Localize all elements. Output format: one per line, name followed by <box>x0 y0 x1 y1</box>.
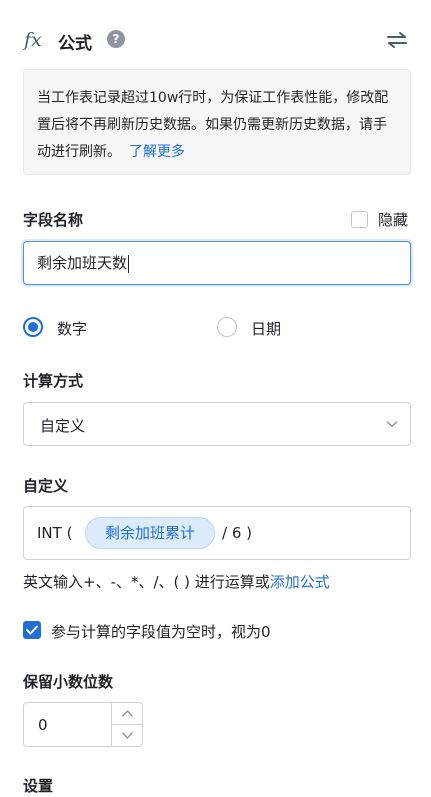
text-caret <box>128 254 130 273</box>
formula-field-chip[interactable]: 剩余加班累计 <box>85 517 215 549</box>
history-notice: 当工作表记录超过10w行时，为保证工作表性能，修改配置后将不再刷新历史数据。如果… <box>23 69 411 175</box>
radio-date[interactable] <box>217 317 237 337</box>
formula-prefix: INT ( <box>37 524 73 542</box>
add-formula-link[interactable]: 添加公式 <box>270 573 330 591</box>
radio-date-label: 日期 <box>251 320 282 338</box>
increment-button[interactable] <box>112 703 143 724</box>
formula-suffix: / 6 ) <box>222 524 252 542</box>
empty-as-zero-label: 参与计算的字段值为空时，视为0 <box>51 623 271 641</box>
decimals-label: 保留小数位数 <box>23 673 114 691</box>
notice-text: 当工作表记录超过10w行时，为保证工作表性能，修改配置后将不再刷新历史数据。如果… <box>37 90 389 160</box>
swap-icon[interactable] <box>386 30 408 50</box>
decrement-button[interactable] <box>112 725 143 746</box>
decimals-value: 0 <box>38 716 48 734</box>
decimals-stepper[interactable]: 0 <box>23 702 143 747</box>
panel-title: 公式 <box>58 34 92 54</box>
hide-label: 隐藏 <box>378 211 409 229</box>
checkmark-icon <box>26 625 38 635</box>
formula-hint: 英文输入+、-、*、/、( ) 进行运算或添加公式 <box>23 571 330 592</box>
settings-label: 设置 <box>23 777 54 795</box>
formula-editor[interactable]: INT ( 剩余加班累计 / 6 ) <box>23 506 411 560</box>
custom-label: 自定义 <box>23 477 69 495</box>
radio-number-label: 数字 <box>57 320 88 338</box>
empty-as-zero-checkbox[interactable] <box>23 621 41 639</box>
field-name-input[interactable]: 剩余加班天数 <box>23 241 411 285</box>
field-name-label: 字段名称 <box>23 211 84 229</box>
radio-number[interactable] <box>23 317 43 337</box>
calc-method-label: 计算方式 <box>23 372 84 390</box>
learn-more-link[interactable]: 了解更多 <box>129 144 185 160</box>
chevron-down-icon <box>386 421 398 428</box>
formula-hint-text: 英文输入+、-、*、/、( ) 进行运算或 <box>23 573 270 591</box>
calc-method-select[interactable]: 自定义 <box>23 402 411 446</box>
calc-method-value: 自定义 <box>40 417 86 435</box>
field-name-value: 剩余加班天数 <box>37 254 128 272</box>
hide-checkbox[interactable] <box>351 211 368 228</box>
help-icon[interactable]: ? <box>107 30 125 48</box>
fx-icon: fx <box>24 29 42 51</box>
